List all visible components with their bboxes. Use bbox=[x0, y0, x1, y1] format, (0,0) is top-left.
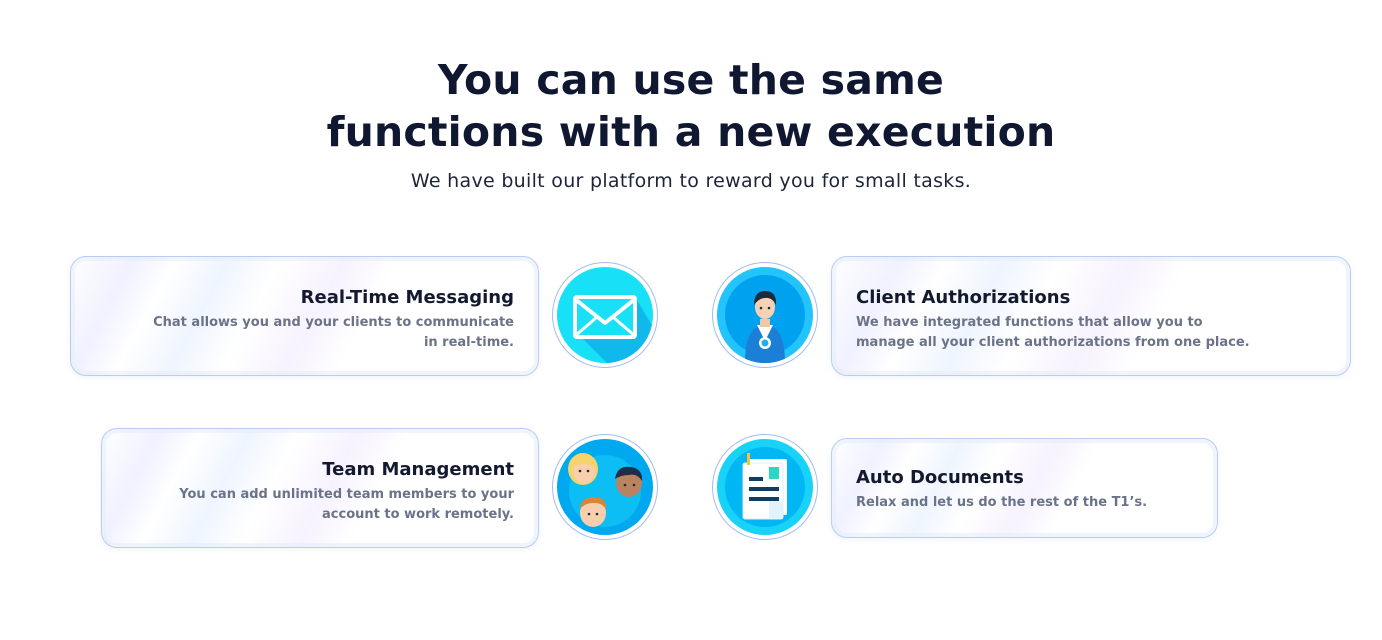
heading-line-1: You can use the same bbox=[437, 56, 945, 104]
feature-description-line-2: in real-time. bbox=[423, 335, 514, 350]
feature-card-client-authorizations: Client Authorizations We have integrated… bbox=[831, 256, 1351, 376]
feature-description-line-2: account to work remotely. bbox=[322, 507, 514, 522]
feature-description: Chat allows you and your clients to comm… bbox=[153, 313, 514, 353]
feature-description-line-2: manage all your client authorizations fr… bbox=[856, 335, 1250, 350]
feature-card-real-time-messaging: Real-Time Messaging Chat allows you and … bbox=[70, 256, 539, 376]
heading-line-2: functions with a new execution bbox=[326, 108, 1056, 156]
feature-title: Team Management bbox=[322, 459, 514, 480]
feature-title: Real-Time Messaging bbox=[300, 287, 514, 308]
feature-description-line-1: We have integrated functions that allow … bbox=[856, 315, 1203, 330]
feature-description: We have integrated functions that allow … bbox=[856, 313, 1250, 353]
client-badge-icon bbox=[712, 262, 818, 368]
feature-description: Relax and let us do the rest of the T1’s… bbox=[856, 493, 1147, 513]
section-heading: You can use the same functions with a ne… bbox=[0, 54, 1382, 158]
features-section: You can use the same functions with a ne… bbox=[0, 0, 1382, 640]
feature-description-line-1: Relax and let us do the rest of the T1’s… bbox=[856, 495, 1148, 510]
feature-description-line-1: Chat allows you and your clients to comm… bbox=[153, 315, 514, 330]
envelope-icon bbox=[552, 262, 658, 368]
feature-card-auto-documents: Auto Documents Relax and let us do the r… bbox=[831, 438, 1218, 538]
section-subtitle: We have built our platform to reward you… bbox=[410, 170, 972, 192]
feature-card-team-management: Team Management You can add unlimited te… bbox=[101, 428, 539, 548]
feature-title: Client Authorizations bbox=[856, 287, 1071, 308]
team-icon bbox=[552, 434, 658, 540]
feature-title: Auto Documents bbox=[856, 467, 1024, 488]
feature-description-line-1: You can add unlimited team members to yo… bbox=[179, 487, 514, 502]
feature-description: You can add unlimited team members to yo… bbox=[179, 485, 514, 525]
document-icon bbox=[712, 434, 818, 540]
